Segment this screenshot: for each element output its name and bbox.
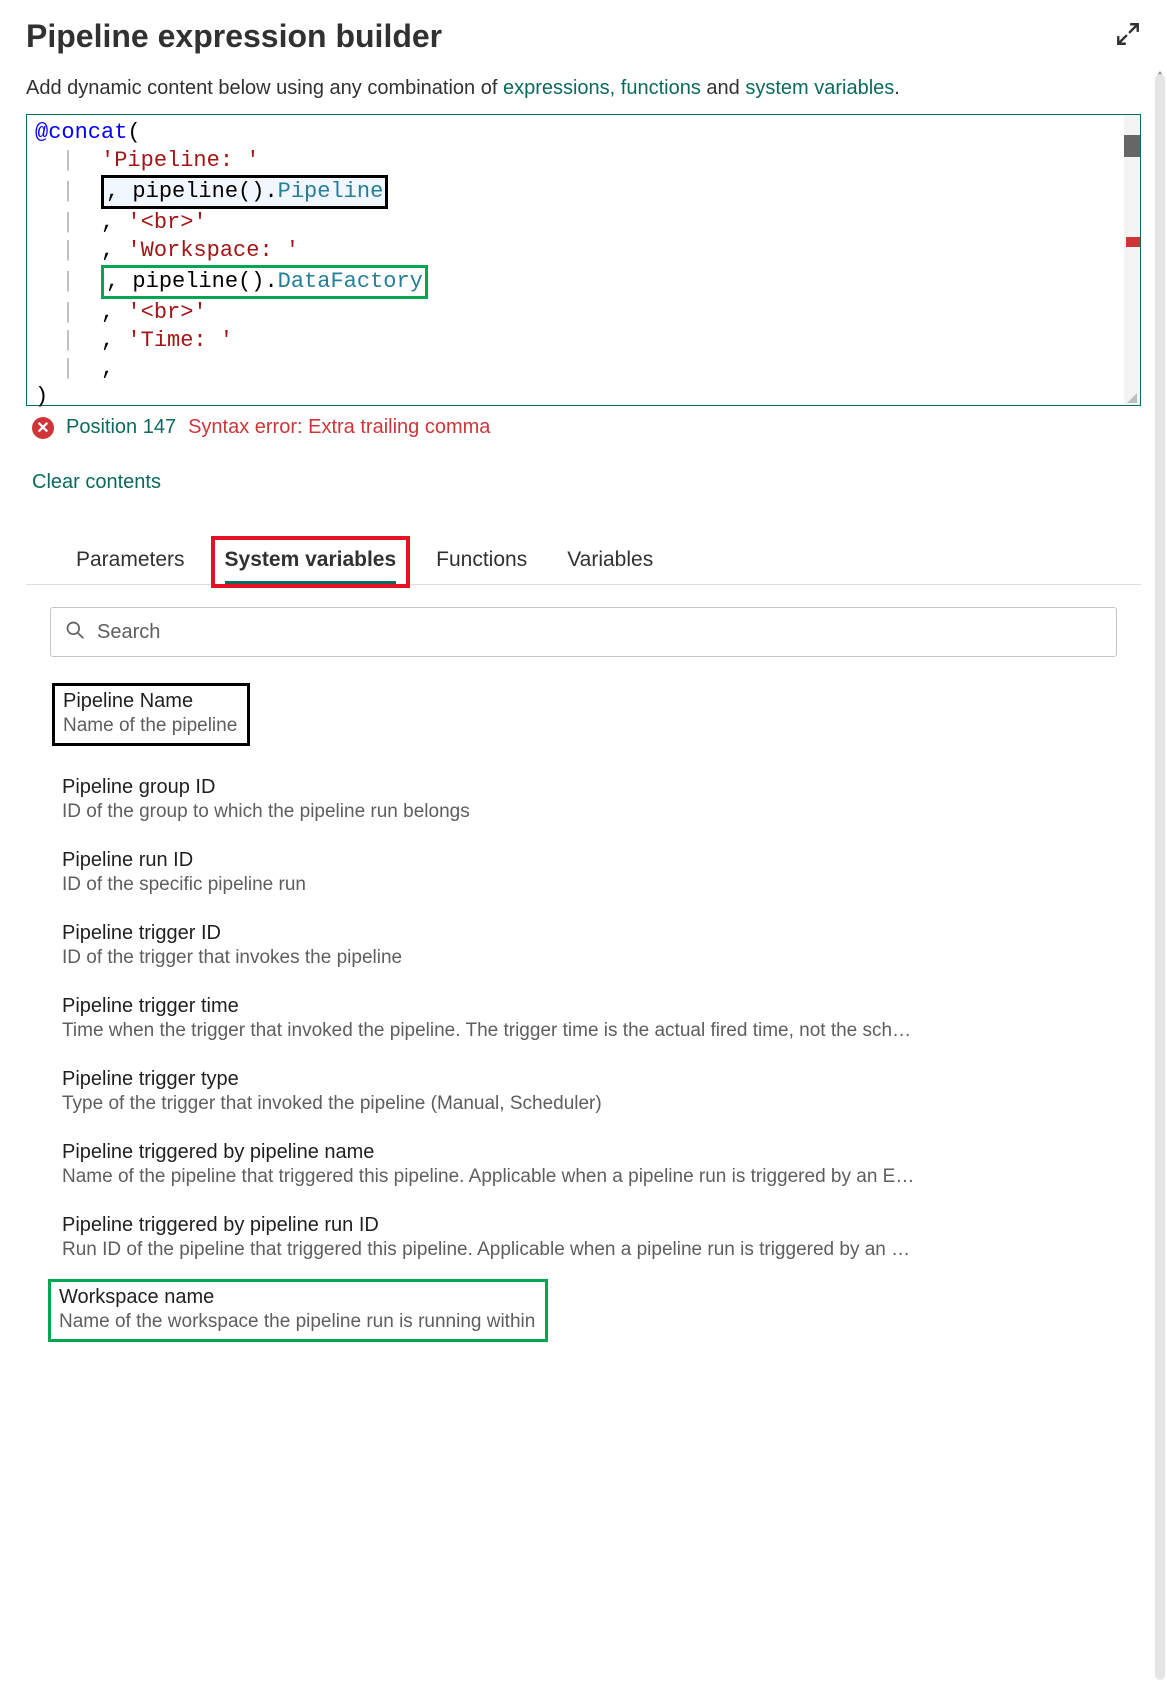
list-item-title: Pipeline trigger time bbox=[62, 995, 1105, 1018]
list-item-title: Pipeline triggered by pipeline run ID bbox=[62, 1214, 1105, 1237]
link-functions[interactable]: functions bbox=[621, 77, 701, 99]
list-item[interactable]: Pipeline triggered by pipeline name Name… bbox=[58, 1133, 1109, 1206]
intro-text: Add dynamic content below using any comb… bbox=[26, 77, 1141, 100]
list-item[interactable]: Pipeline trigger time Time when the trig… bbox=[58, 987, 1109, 1060]
list-item-title[interactable]: Pipeline Name bbox=[63, 690, 237, 713]
system-variables-list: Pipeline Name Name of the pipeline Pipel… bbox=[26, 683, 1141, 1342]
list-item[interactable]: Pipeline run ID ID of the specific pipel… bbox=[58, 841, 1109, 914]
list-item[interactable]: Pipeline trigger type Type of the trigge… bbox=[58, 1060, 1109, 1133]
list-item-title: Pipeline trigger ID bbox=[62, 922, 1105, 945]
expand-icon[interactable] bbox=[1115, 21, 1141, 52]
list-item-desc: ID of the trigger that invokes the pipel… bbox=[62, 947, 1105, 969]
tab-parameters[interactable]: Parameters bbox=[76, 540, 185, 584]
error-icon: ✕ bbox=[32, 417, 54, 439]
expression-editor[interactable]: @concat( | 'Pipeline: ' | , pipeline().P… bbox=[26, 114, 1141, 406]
list-item-desc: Type of the trigger that invoked the pip… bbox=[62, 1093, 1105, 1115]
list-item-desc: Run ID of the pipeline that triggered th… bbox=[62, 1239, 1105, 1261]
link-system-variables[interactable]: system variables bbox=[745, 77, 894, 99]
tab-functions[interactable]: Functions bbox=[436, 540, 527, 584]
list-item-desc: Time when the trigger that invoked the p… bbox=[62, 1020, 1105, 1042]
list-item-desc: Name of the workspace the pipeline run i… bbox=[59, 1311, 535, 1333]
list-item-title: Pipeline run ID bbox=[62, 849, 1105, 872]
search-box[interactable] bbox=[50, 607, 1117, 657]
tabs: Parameters System variables Functions Va… bbox=[26, 540, 1141, 585]
list-item-title[interactable]: Workspace name bbox=[59, 1286, 535, 1309]
tab-system-variables[interactable]: System variables bbox=[225, 540, 397, 584]
link-expressions[interactable]: expressions, bbox=[503, 77, 615, 99]
search-icon bbox=[65, 620, 85, 645]
clear-contents-link[interactable]: Clear contents bbox=[32, 471, 1141, 494]
search-input[interactable] bbox=[97, 621, 1102, 644]
list-item-desc: Name of the pipeline that triggered this… bbox=[62, 1166, 1105, 1188]
list-item-desc: ID of the specific pipeline run bbox=[62, 874, 1105, 896]
list-item-desc: Name of the pipeline bbox=[63, 715, 237, 737]
list-item-title: Pipeline trigger type bbox=[62, 1068, 1105, 1091]
list-item-desc: ID of the group to which the pipeline ru… bbox=[62, 801, 1105, 823]
list-item[interactable]: Pipeline trigger ID ID of the trigger th… bbox=[58, 914, 1109, 987]
code-content[interactable]: @concat( | 'Pipeline: ' | , pipeline().P… bbox=[27, 115, 1124, 405]
list-item[interactable]: Pipeline triggered by pipeline run ID Ru… bbox=[58, 1206, 1109, 1279]
page-title: Pipeline expression builder bbox=[26, 18, 442, 55]
list-item[interactable]: Pipeline group ID ID of the group to whi… bbox=[58, 768, 1109, 841]
resize-handle[interactable] bbox=[1127, 393, 1137, 403]
list-item-title: Pipeline group ID bbox=[62, 776, 1105, 799]
editor-minimap[interactable] bbox=[1124, 115, 1140, 405]
vertical-scrollbar[interactable] bbox=[1153, 74, 1165, 1688]
list-item-title: Pipeline triggered by pipeline name bbox=[62, 1141, 1105, 1164]
error-message: Syntax error: Extra trailing comma bbox=[188, 416, 490, 439]
tab-variables[interactable]: Variables bbox=[567, 540, 653, 584]
error-position: Position 147 bbox=[66, 416, 176, 439]
